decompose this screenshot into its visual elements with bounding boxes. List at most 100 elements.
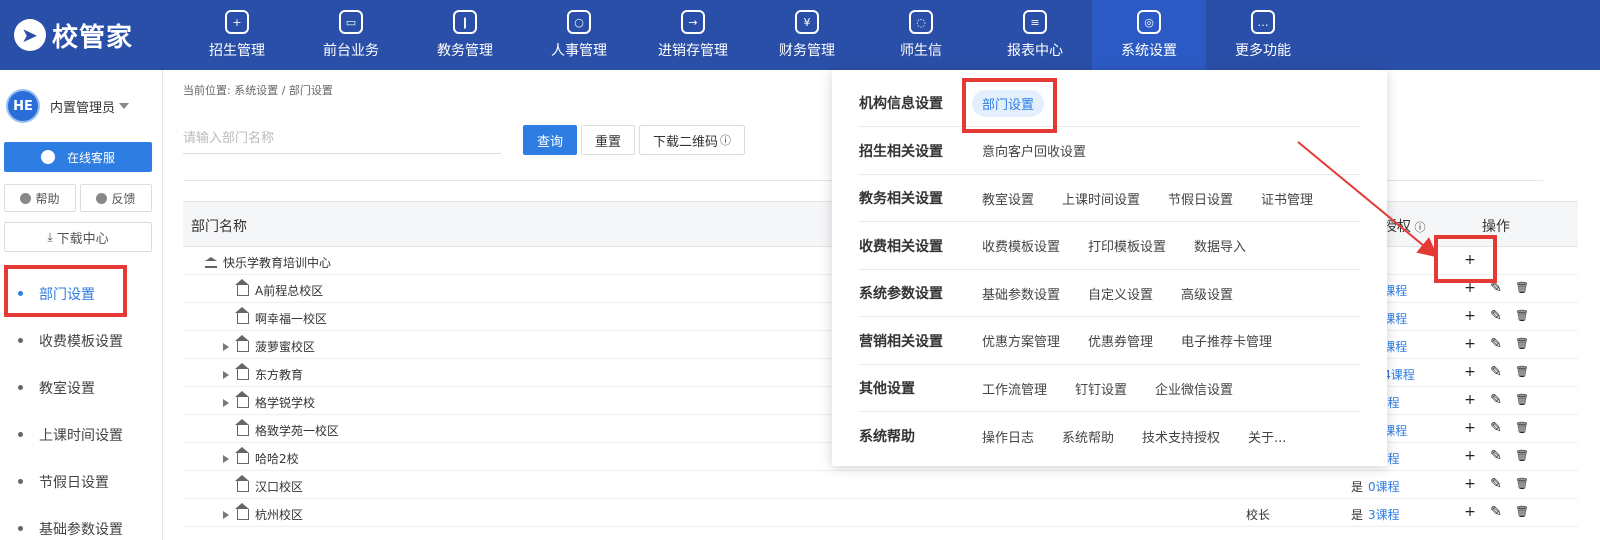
- dropdown-link[interactable]: 意向客户回收设置: [982, 141, 1086, 160]
- dropdown-link[interactable]: 电子推荐卡管理: [1181, 331, 1272, 350]
- dropdown-link[interactable]: 收费模板设置: [982, 236, 1060, 255]
- home-icon: [235, 475, 249, 492]
- dropdown-link[interactable]: 工作流管理: [982, 379, 1047, 398]
- query-button[interactable]: 查询: [523, 125, 577, 155]
- delete-icon[interactable]: 🗑: [1515, 337, 1529, 351]
- add-icon[interactable]: +: [1463, 505, 1477, 519]
- nav-item-0[interactable]: + 招生管理: [180, 0, 294, 70]
- dropdown-link[interactable]: 钉钉设置: [1075, 379, 1127, 398]
- app-logo[interactable]: ➤ 校管家: [0, 0, 180, 70]
- edit-icon[interactable]: ✎: [1489, 449, 1503, 463]
- edit-icon[interactable]: ✎: [1489, 421, 1503, 435]
- dropdown-link[interactable]: 打印模板设置: [1088, 236, 1166, 255]
- sidebar-item-3[interactable]: 上课时间设置: [0, 411, 162, 458]
- nav-item-7[interactable]: ≡ 报表中心: [978, 0, 1092, 70]
- home-icon: [235, 447, 249, 464]
- add-icon[interactable]: +: [1463, 337, 1477, 351]
- expand-arrow-icon[interactable]: [223, 398, 229, 407]
- sidebar-item-label: 节假日设置: [39, 474, 109, 491]
- system-settings-dropdown: 机构信息设置 部门设置 招生相关设置 意向客户回收设置 教务相关设置 教室设置 上课时间设置…: [832, 70, 1387, 466]
- edit-icon[interactable]: ✎: [1489, 393, 1503, 407]
- department-name-cell: 格致学苑一校区: [235, 419, 339, 439]
- edit-icon[interactable]: ✎: [1489, 477, 1503, 491]
- edit-icon[interactable]: ✎: [1489, 505, 1503, 519]
- department-name-cell: 快乐学教育培训中心: [205, 254, 331, 271]
- add-icon[interactable]: +: [1463, 365, 1477, 379]
- nav-item-5[interactable]: ¥ 财务管理: [750, 0, 864, 70]
- department-name: 东方教育: [255, 368, 304, 382]
- auth-courses-link[interactable]: 3课程: [1368, 506, 1400, 523]
- delete-icon[interactable]: 🗑: [1515, 309, 1529, 323]
- nav-item-4[interactable]: → 进销存管理: [636, 0, 750, 70]
- edit-icon[interactable]: ✎: [1489, 337, 1503, 351]
- online-service-button[interactable]: 在线客服: [4, 142, 152, 172]
- nav-item-8[interactable]: ◎ 系统设置: [1092, 0, 1206, 70]
- auth-courses-link[interactable]: 0课程: [1368, 478, 1400, 495]
- add-icon[interactable]: +: [1463, 393, 1477, 407]
- delete-icon[interactable]: 🗑: [1515, 505, 1529, 519]
- add-icon[interactable]: +: [1463, 281, 1477, 295]
- sidebar-item-1[interactable]: 收费模板设置: [0, 317, 162, 364]
- dropdown-link[interactable]: 上课时间设置: [1062, 189, 1140, 208]
- nav-item-9[interactable]: … 更多功能: [1206, 0, 1320, 70]
- add-icon[interactable]: +: [1463, 309, 1477, 323]
- sidebar-item-2[interactable]: 教室设置: [0, 364, 162, 411]
- department-search-input[interactable]: [183, 124, 501, 154]
- add-icon[interactable]: +: [1463, 421, 1477, 435]
- dropdown-link[interactable]: 节假日设置: [1168, 189, 1233, 208]
- sidebar-item-4[interactable]: 节假日设置: [0, 458, 162, 505]
- help-button[interactable]: 帮助: [4, 184, 76, 212]
- nav-item-6[interactable]: ◌ 师生信: [864, 0, 978, 70]
- dropdown-link[interactable]: 自定义设置: [1088, 284, 1153, 303]
- user-menu[interactable]: HE 内置管理员: [0, 70, 162, 142]
- department-name-cell: 菠萝蜜校区: [223, 335, 315, 355]
- col-header-ops: 操作: [1482, 219, 1510, 235]
- delete-icon[interactable]: 🗑: [1515, 281, 1529, 295]
- dropdown-link[interactable]: 优惠券管理: [1088, 331, 1153, 350]
- expand-arrow-icon[interactable]: [223, 510, 229, 519]
- more-icon: …: [1251, 10, 1275, 34]
- top-nav-bar: ➤ 校管家 + 招生管理 ▭ 前台业务 ❙ 教务管理 ○ 人事管理 → 进销存管理 ¥ 财务管理 ◌ 师生…: [0, 0, 1600, 70]
- feedback-button[interactable]: 反馈: [80, 184, 152, 212]
- dropdown-link[interactable]: 教室设置: [982, 189, 1034, 208]
- dropdown-link[interactable]: 优惠方案管理: [982, 331, 1060, 350]
- enabled-cell: 是: [1351, 508, 1364, 522]
- sidebar-item-5[interactable]: 基础参数设置: [0, 505, 162, 540]
- dropdown-section-title: 其他设置: [859, 381, 915, 397]
- dropdown-link[interactable]: 操作日志: [982, 427, 1034, 446]
- dropdown-section: 系统参数设置 基础参数设置 自定义设置 高级设置: [859, 270, 1361, 317]
- dropdown-link[interactable]: 关于...: [1248, 427, 1286, 446]
- bullet-icon: [18, 432, 23, 437]
- delete-icon[interactable]: 🗑: [1515, 449, 1529, 463]
- add-icon[interactable]: +: [1463, 477, 1477, 491]
- download-qr-button[interactable]: 下载二维码 ⓘ: [639, 125, 745, 155]
- nav-item-2[interactable]: ❙ 教务管理: [408, 0, 522, 70]
- dropdown-section: 系统帮助 操作日志 系统帮助 技术支持授权 关于...: [859, 413, 1361, 460]
- nav-item-1[interactable]: ▭ 前台业务: [294, 0, 408, 70]
- enabled-cell: 是: [1351, 480, 1364, 494]
- edit-icon[interactable]: ✎: [1489, 365, 1503, 379]
- edit-icon[interactable]: ✎: [1489, 281, 1503, 295]
- reset-button[interactable]: 重置: [581, 125, 635, 155]
- dropdown-link[interactable]: 系统帮助: [1062, 427, 1114, 446]
- role-cell: 校长: [1246, 508, 1271, 522]
- dropdown-link[interactable]: 高级设置: [1181, 284, 1233, 303]
- nav-item-3[interactable]: ○ 人事管理: [522, 0, 636, 70]
- download-center-button[interactable]: ⤓ 下载中心: [4, 222, 152, 252]
- edit-icon[interactable]: ✎: [1489, 309, 1503, 323]
- expand-arrow-icon[interactable]: [223, 342, 229, 351]
- add-icon[interactable]: +: [1463, 449, 1477, 463]
- monitor-icon: ▭: [339, 10, 363, 34]
- delete-icon[interactable]: 🗑: [1515, 477, 1529, 491]
- highlight-box-sidebar: [4, 265, 127, 317]
- delete-icon[interactable]: 🗑: [1515, 393, 1529, 407]
- dropdown-link[interactable]: 技术支持授权: [1142, 427, 1220, 446]
- row-actions: + ✎ 🗑: [1463, 449, 1529, 463]
- expand-arrow-icon[interactable]: [223, 370, 229, 379]
- dropdown-link[interactable]: 基础参数设置: [982, 284, 1060, 303]
- delete-icon[interactable]: 🗑: [1515, 421, 1529, 435]
- dropdown-link[interactable]: 企业微信设置: [1155, 379, 1233, 398]
- expand-arrow-icon[interactable]: [223, 454, 229, 463]
- dropdown-link[interactable]: 数据导入: [1194, 236, 1246, 255]
- delete-icon[interactable]: 🗑: [1515, 365, 1529, 379]
